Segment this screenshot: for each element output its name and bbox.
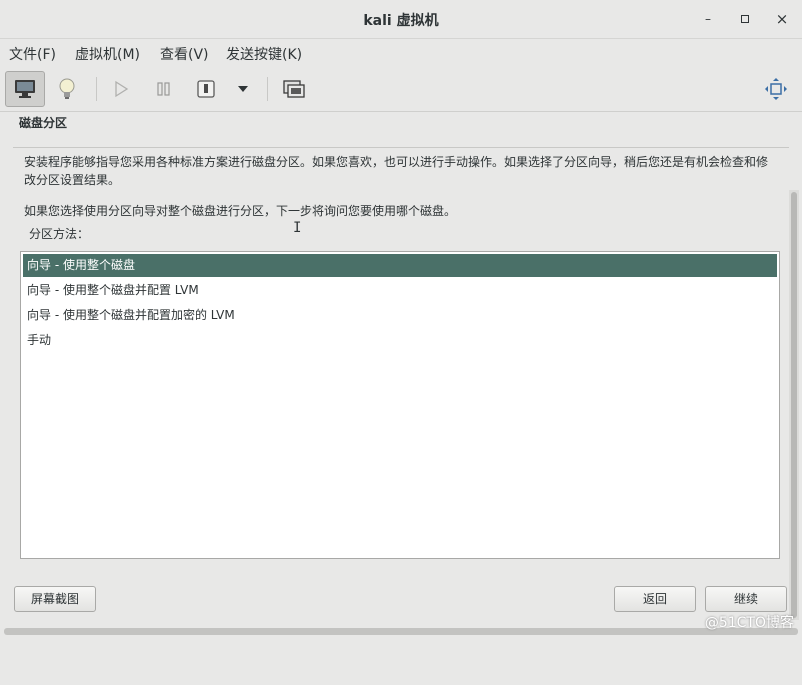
power-icon (197, 80, 215, 98)
vertical-scrollbar-thumb[interactable] (791, 192, 797, 618)
window-title: kali 虚拟机 (363, 13, 439, 29)
power-button[interactable] (186, 71, 226, 107)
menu-view[interactable]: 查看(V) (160, 44, 209, 64)
toolbar (0, 67, 802, 112)
close-button[interactable]: × (773, 10, 791, 28)
list-item-manual[interactable]: 手动 (23, 329, 777, 352)
snapshot-icon (283, 80, 305, 98)
horizontal-scrollbar[interactable] (4, 628, 798, 635)
back-button[interactable]: 返回 (614, 586, 696, 612)
continue-button[interactable]: 继续 (705, 586, 787, 612)
menu-bar: 文件(F) 虚拟机(M) 查看(V) 发送按键(K) (0, 39, 802, 67)
toolbar-separator (96, 77, 97, 101)
partition-method-list[interactable]: 向导 - 使用整个磁盘 向导 - 使用整个磁盘并配置 LVM 向导 - 使用整个… (20, 251, 780, 559)
minimize-button[interactable]: – (699, 10, 717, 28)
console-icon (15, 80, 35, 98)
maximize-icon (741, 15, 749, 23)
list-item-guided-lvm[interactable]: 向导 - 使用整个磁盘并配置 LVM (23, 279, 777, 302)
title-bar: kali 虚拟机 – × (0, 0, 802, 39)
run-button[interactable] (101, 71, 141, 107)
menu-vm[interactable]: 虚拟机(M) (75, 44, 140, 64)
console-view-button[interactable] (5, 71, 45, 107)
menu-send-key[interactable]: 发送按键(K) (226, 44, 302, 64)
watermark: @51CTO博客 (704, 615, 794, 631)
pause-button[interactable] (144, 71, 184, 107)
text-cursor-icon: I (293, 220, 302, 236)
toolbar-separator (267, 77, 268, 101)
pause-icon (157, 82, 170, 96)
description-text-2: 如果您选择使用分区向导对整个磁盘进行分区，下一步将询问您要使用哪个磁盘。 (24, 204, 457, 218)
section-title: 磁盘分区 (19, 116, 68, 130)
fullscreen-icon (765, 78, 787, 100)
power-menu-button[interactable] (224, 71, 262, 107)
menu-file[interactable]: 文件(F) (9, 44, 56, 64)
dropdown-arrow-icon (238, 86, 248, 92)
fullscreen-button[interactable] (756, 71, 796, 107)
lightbulb-icon (59, 78, 75, 99)
list-item-guided-encrypted-lvm[interactable]: 向导 - 使用整个磁盘并配置加密的 LVM (23, 304, 777, 327)
details-button[interactable] (47, 71, 87, 107)
list-item-guided-entire-disk[interactable]: 向导 - 使用整个磁盘 (23, 254, 777, 277)
description-text: 安装程序能够指导您采用各种标准方案进行磁盘分区。如果您喜欢，也可以进行手动操作。… (24, 155, 769, 187)
screenshot-button[interactable]: 屏幕截图 (14, 586, 96, 612)
snapshot-button[interactable] (274, 71, 314, 107)
play-icon (115, 80, 129, 98)
partition-method-label: 分区方法： (29, 227, 90, 241)
maximize-button[interactable] (736, 10, 754, 28)
